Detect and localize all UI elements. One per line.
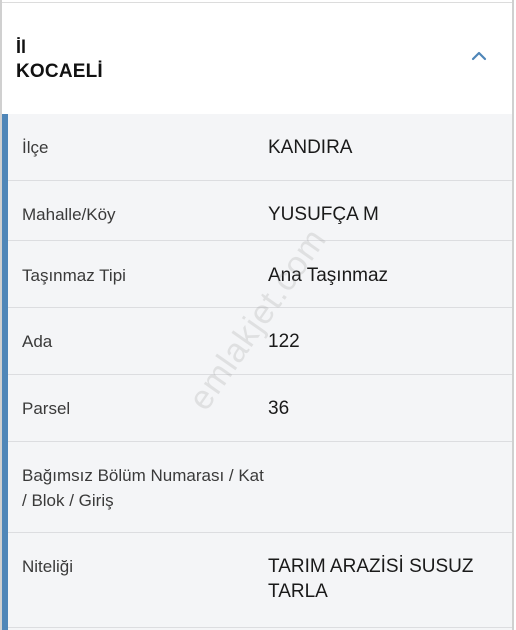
row-value: KANDIRA <box>268 137 353 158</box>
row-value: 122 <box>268 331 300 352</box>
row-value: Ana Taşınmaz <box>268 265 389 286</box>
accordion-header[interactable]: İl KOCAELİ <box>2 3 512 114</box>
row-label: İlçe <box>22 138 49 157</box>
row-label: Parsel <box>22 399 71 418</box>
chevron-up-icon[interactable] <box>468 47 490 65</box>
row-label: Ada <box>22 332 53 351</box>
row-label: Mahalle/Köy <box>22 205 116 224</box>
row-label: Niteliği <box>22 557 74 576</box>
parcel-info-card: İl KOCAELİ İlçe KANDIRA Mahalle/Köy YUSU… <box>0 0 514 630</box>
row-label: Taşınmaz Tipi <box>22 266 126 285</box>
province-value: KOCAELİ <box>16 61 103 82</box>
row-label: Bağımsız Bölüm Numarası / Kat / Blok / G… <box>22 466 264 510</box>
row-block: Ada 122 <box>8 308 512 375</box>
row-value: YUSUFÇA M <box>268 204 379 225</box>
province-label: İl <box>16 37 27 57</box>
row-value: 36 <box>268 398 290 419</box>
row-qualification: Niteliği TARIM ARAZİSİ SUSUZ TARLA <box>8 533 512 628</box>
row-independent-unit: Bağımsız Bölüm Numarası / Kat / Blok / G… <box>8 442 512 533</box>
details-panel: İlçe KANDIRA Mahalle/Köy YUSUFÇA M Taşın… <box>2 114 512 630</box>
row-neighborhood: Mahalle/Köy YUSUFÇA M <box>8 180 512 241</box>
row-parcel: Parsel 36 <box>8 375 512 442</box>
row-property-type: Taşınmaz Tipi Ana Taşınmaz <box>8 241 512 308</box>
row-district: İlçe KANDIRA <box>8 114 512 181</box>
row-value: TARIM ARAZİSİ SUSUZ TARLA <box>268 556 474 602</box>
